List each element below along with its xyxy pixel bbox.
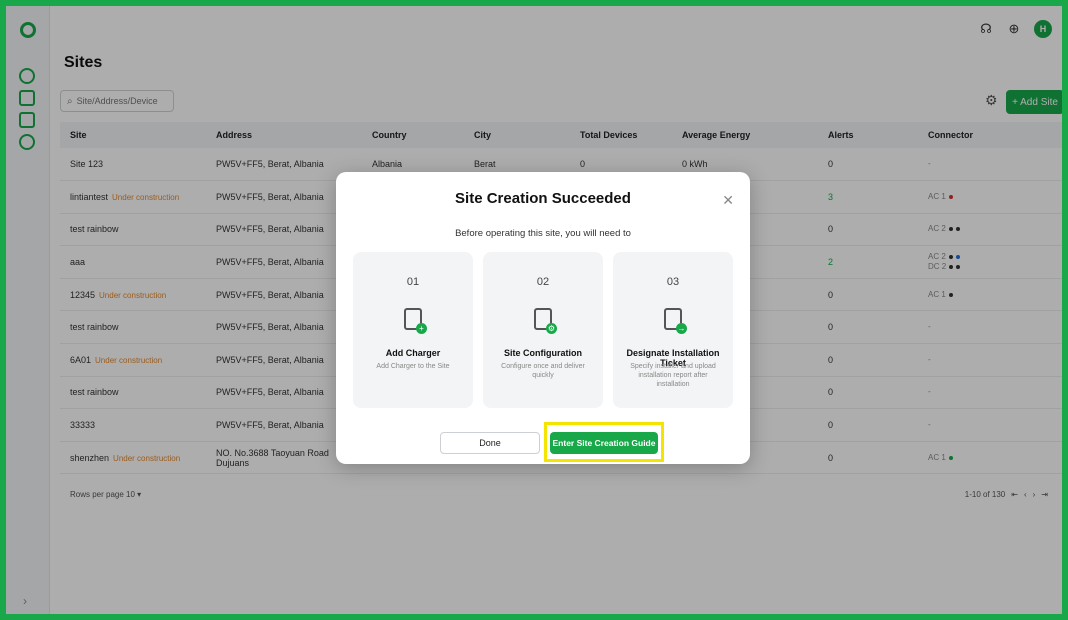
enter-guide-button[interactable]: Enter Site Creation Guide: [550, 432, 658, 454]
app-frame: › ☊ ⊕ H Sites ⌕ ⚙ + Add Site Site Addres…: [6, 6, 1062, 614]
step-card-site-configuration: 02 ⚙ Site Configuration Configure once a…: [483, 252, 603, 408]
dialog-title: Site Creation Succeeded: [455, 190, 631, 207]
step-card-installation-ticket: 03 → Designate Installation Ticket Speci…: [613, 252, 733, 408]
step-card-add-charger: 01 + Add Charger Add Charger to the Site: [353, 252, 473, 408]
dialog-subtitle: Before operating this site, you will nee…: [455, 228, 631, 239]
site-config-icon: ⚙: [534, 308, 557, 334]
close-icon[interactable]: ✕: [722, 192, 734, 209]
site-created-dialog: Site Creation Succeeded ✕ Before operati…: [336, 172, 750, 464]
charger-add-icon: +: [404, 308, 427, 334]
done-button[interactable]: Done: [440, 432, 540, 454]
ticket-icon: →: [664, 308, 687, 334]
